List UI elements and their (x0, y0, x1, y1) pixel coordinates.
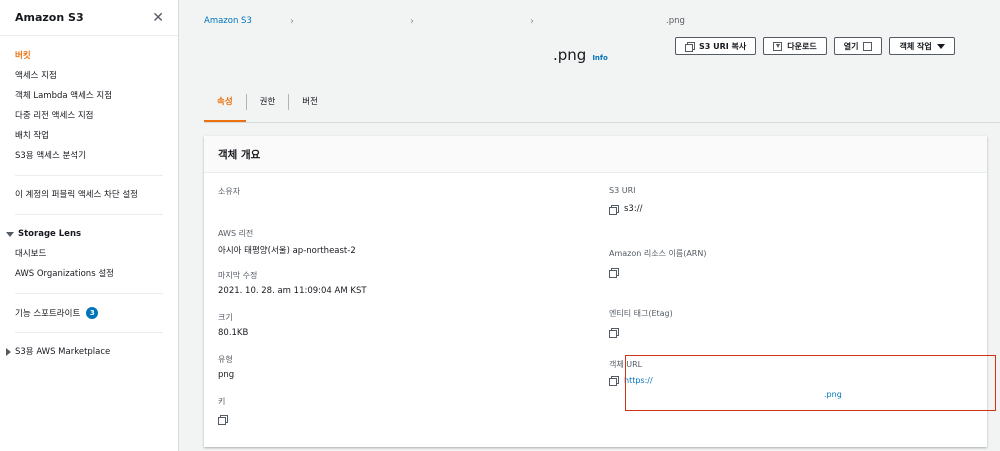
s3-uri-field: S3 URI s3:// (609, 186, 643, 215)
tab-properties[interactable]: 속성 (204, 90, 246, 122)
chevron-right-icon: › (410, 15, 414, 27)
sidebar-item-batch[interactable]: 배치 작업 (0, 126, 178, 146)
sidebar-item-access-points[interactable]: 액세스 지점 (0, 66, 178, 86)
size-field: 크기 80.1KB (218, 312, 248, 338)
copy-icon[interactable] (609, 204, 619, 215)
breadcrumb-root[interactable]: Amazon S3 (204, 16, 252, 26)
field-label: Amazon 리소스 이름(ARN) (609, 249, 707, 258)
sidebar-nav: 버킷 액세스 지점 객체 Lambda 액세스 지점 다중 리전 액세스 지점 … (0, 36, 178, 166)
button-label: S3 URI 복사 (699, 41, 747, 51)
info-link[interactable]: Info (592, 54, 607, 62)
button-label: 다운로드 (787, 41, 817, 51)
field-label: 엔티티 태그(Etag) (609, 309, 673, 318)
sidebar-item-access-analyzer[interactable]: S3용 액세스 분석기 (0, 146, 178, 166)
field-label: AWS 리전 (218, 229, 254, 238)
field-label: 유형 (218, 355, 233, 364)
field-label: S3 URI (609, 186, 636, 195)
download-button[interactable]: 다운로드 (763, 37, 827, 55)
chevron-right-icon: › (290, 15, 294, 27)
region-field: AWS 리전 아시아 태평양(서울) ap-northeast-2 (218, 228, 356, 256)
sidebar-header: Amazon S3 ✕ (0, 0, 178, 36)
sidebar-item-dashboard[interactable]: 대시보드 (0, 244, 178, 264)
last-modified-field: 마지막 수정 2021. 10. 28. am 11:09:04 AM KST (218, 270, 367, 296)
breadcrumb: Amazon S3 › › › .png (204, 14, 724, 28)
tab-bar: 속성 권한 버전 (204, 90, 331, 122)
sidebar-divider (15, 293, 163, 294)
etag-field: 엔티티 태그(Etag) (609, 308, 673, 338)
close-icon[interactable]: ✕ (152, 11, 164, 25)
tab-permissions[interactable]: 권한 (247, 90, 289, 114)
copy-icon[interactable] (609, 328, 619, 338)
tabs-underline (204, 122, 1000, 123)
external-link-icon (863, 41, 873, 51)
caret-down-icon (6, 231, 14, 237)
sidebar-divider (15, 175, 163, 176)
notification-badge: 3 (86, 307, 99, 319)
page-title: .png Info (553, 46, 608, 64)
sidebar-item-organizations[interactable]: AWS Organizations 설정 (0, 264, 178, 284)
field-value (609, 268, 706, 278)
open-button[interactable]: 열기 (833, 37, 883, 55)
button-label: 열기 (843, 41, 859, 51)
copy-icon[interactable] (218, 415, 228, 425)
type-field: 유형 png (218, 354, 234, 380)
field-label: 키 (218, 397, 226, 406)
object-name: .png (553, 46, 587, 64)
chevron-right-icon: › (530, 15, 534, 27)
copy-icon[interactable] (609, 268, 619, 278)
caret-down-icon (936, 43, 945, 49)
marketplace-label: S3용 AWS Marketplace (15, 347, 111, 357)
field-value: 아시아 태평양(서울) ap-northeast-2 (218, 246, 356, 256)
s3-uri-value: s3:// (624, 204, 643, 214)
caret-right-icon (6, 348, 11, 356)
sidebar-item-marketplace[interactable]: S3용 AWS Marketplace (0, 342, 178, 362)
sidebar-divider (15, 214, 163, 215)
download-icon (773, 41, 783, 51)
object-actions-button[interactable]: 객체 작업 (889, 37, 955, 55)
field-label: 소유자 (218, 187, 241, 196)
field-value: 2021. 10. 28. am 11:09:04 AM KST (218, 286, 367, 296)
sidebar-item-feature-spotlight[interactable]: 기능 스포트라이트 3 (0, 303, 178, 323)
copy-s3-uri-button[interactable]: S3 URI 복사 (675, 37, 757, 55)
field-value (609, 328, 673, 338)
action-toolbar: S3 URI 복사 다운로드 열기 객체 작업 (675, 37, 955, 55)
sidebar-title: Amazon S3 (15, 11, 84, 24)
section-title: Storage Lens (18, 229, 82, 239)
object-overview-panel: 객체 개요 소유자 AWS 리전 아시아 태평양(서울) ap-northeas… (204, 136, 996, 447)
field-label: 크기 (218, 313, 233, 322)
sidebar-item-buckets[interactable]: 버킷 (0, 46, 178, 66)
key-field: 키 (218, 396, 228, 425)
field-value: s3:// (609, 204, 643, 215)
owner-field: 소유자 (218, 186, 240, 202)
sidebar-item-block-public-access[interactable]: 이 계정의 퍼블릭 액세스 차단 설정 (0, 185, 178, 205)
sidebar-item-multi-region[interactable]: 다중 리전 액세스 지점 (0, 106, 178, 126)
field-value (218, 415, 228, 425)
breadcrumb-current: .png (666, 16, 685, 26)
arn-field: Amazon 리소스 이름(ARN) (609, 248, 707, 278)
main-content: Amazon S3 › › › .png .png Info S3 URI 복사… (180, 0, 1000, 451)
copy-icon (685, 41, 695, 52)
button-label: 객체 작업 (899, 41, 932, 51)
sidebar-divider (15, 332, 163, 333)
highlight-box (625, 355, 996, 411)
panel-title: 객체 개요 (204, 136, 987, 173)
sidebar: Amazon S3 ✕ 버킷 액세스 지점 객체 Lambda 액세스 지점 다… (0, 0, 179, 451)
field-label: 마지막 수정 (218, 271, 258, 280)
field-value: png (218, 370, 235, 380)
copy-icon[interactable] (609, 376, 619, 386)
tab-versions[interactable]: 버전 (289, 90, 331, 114)
feature-label: 기능 스포트라이트 (15, 309, 81, 319)
sidebar-section-storage-lens[interactable]: Storage Lens (0, 224, 178, 244)
sidebar-item-object-lambda[interactable]: 객체 Lambda 액세스 지점 (0, 86, 178, 106)
field-value: 80.1KB (218, 328, 249, 338)
